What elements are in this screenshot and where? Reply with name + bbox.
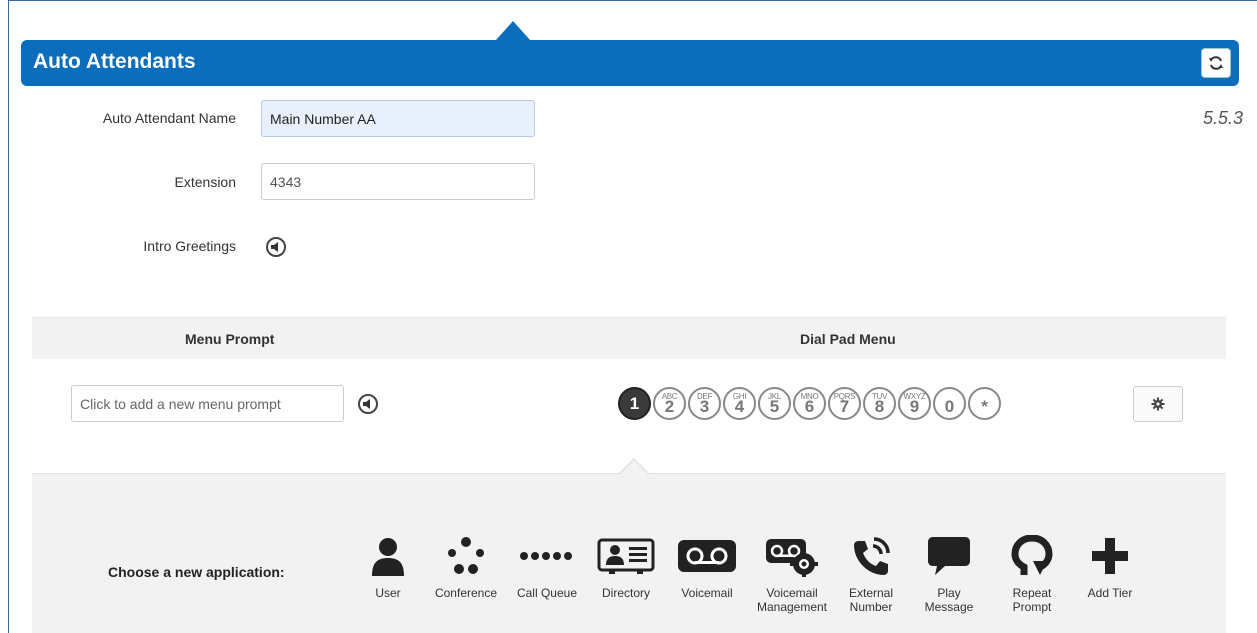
app-external-number[interactable]: External Number bbox=[840, 532, 902, 614]
intro-greetings-label: Intro Greetings bbox=[143, 238, 236, 254]
app-add-tier[interactable]: Add Tier bbox=[1078, 532, 1142, 600]
dial-key-4[interactable]: GHI 4 bbox=[723, 387, 756, 420]
gear-icon bbox=[1151, 397, 1165, 411]
version-label: 5.5.3 bbox=[1202, 108, 1243, 128]
app-voicemail-management[interactable]: Voicemail Management bbox=[748, 532, 836, 614]
extension-label: Extension bbox=[174, 174, 236, 190]
refresh-icon bbox=[1209, 56, 1223, 70]
add-tier-icon bbox=[1092, 538, 1128, 574]
external-number-icon bbox=[854, 537, 890, 575]
voicemail-management-icon bbox=[766, 539, 818, 577]
play-message-icon bbox=[928, 537, 970, 575]
app-conference[interactable]: Conference bbox=[428, 532, 504, 600]
app-voicemail[interactable]: Voicemail bbox=[672, 532, 742, 600]
refresh-button[interactable] bbox=[1201, 48, 1231, 78]
menu-prompt-speaker-button[interactable] bbox=[358, 394, 378, 414]
intro-greetings-speaker-button[interactable] bbox=[266, 237, 286, 257]
dial-key-2[interactable]: ABC 2 bbox=[653, 387, 686, 420]
dial-pad-menu-header: Dial Pad Menu bbox=[800, 331, 896, 347]
dial-key-6[interactable]: MNO 6 bbox=[793, 387, 826, 420]
speaker-icon bbox=[271, 242, 278, 252]
dial-key-5[interactable]: JKL 5 bbox=[758, 387, 791, 420]
app-user[interactable]: User bbox=[368, 532, 408, 600]
dial-key-1[interactable]: 1 bbox=[618, 387, 651, 420]
voicemail-icon bbox=[678, 540, 736, 572]
dial-key-0[interactable]: 0 bbox=[933, 387, 966, 420]
app-play-message[interactable]: Play Message bbox=[914, 532, 984, 614]
frame-border-top bbox=[8, 0, 1257, 1]
dial-key-3[interactable]: DEF 3 bbox=[688, 387, 721, 420]
dial-key-8[interactable]: TUV 8 bbox=[863, 387, 896, 420]
auto-attendant-name-label: Auto Attendant Name bbox=[102, 110, 236, 126]
conference-icon bbox=[448, 537, 484, 574]
app-call-queue[interactable]: Call Queue bbox=[510, 532, 584, 600]
page-title: Auto Attendants bbox=[33, 50, 196, 73]
app-repeat-prompt[interactable]: Repeat Prompt bbox=[1000, 532, 1064, 614]
dial-key-9[interactable]: WXYZ 9 bbox=[898, 387, 931, 420]
menu-prompt-header: Menu Prompt bbox=[185, 331, 275, 347]
extension-input[interactable] bbox=[261, 163, 535, 200]
title-bar: Auto Attendants bbox=[21, 40, 1239, 86]
user-icon bbox=[372, 538, 404, 576]
dial-pad: 1 ABC 2 DEF 3 GHI 4 JKL 5 MNO 6 PQRS 7 T… bbox=[618, 384, 1001, 424]
repeat-prompt-icon bbox=[1011, 535, 1053, 575]
menu-header-bar: Menu Prompt Dial Pad Menu bbox=[32, 317, 1226, 359]
dial-key-7[interactable]: PQRS 7 bbox=[828, 387, 861, 420]
app-directory[interactable]: Directory bbox=[594, 532, 658, 600]
auto-attendant-name-input[interactable] bbox=[261, 100, 535, 137]
tab-pointer bbox=[496, 21, 530, 40]
frame-border-left bbox=[8, 0, 9, 633]
dial-key-star[interactable]: * bbox=[968, 387, 1001, 420]
menu-prompt-input[interactable]: Click to add a new menu prompt bbox=[71, 385, 344, 422]
call-queue-icon bbox=[520, 552, 572, 560]
choose-application-label: Choose a new application: bbox=[108, 564, 285, 580]
dial-pad-settings-button[interactable] bbox=[1133, 386, 1183, 422]
directory-icon bbox=[597, 538, 655, 574]
speaker-icon bbox=[363, 399, 370, 409]
panel-pointer-fill bbox=[620, 460, 648, 474]
